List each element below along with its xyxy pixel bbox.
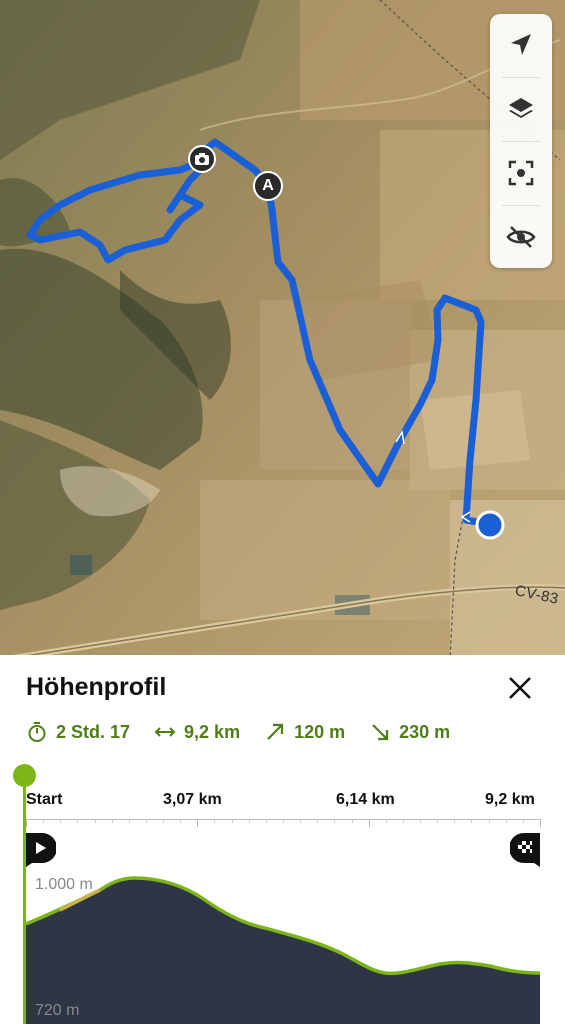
- axis-tick: [248, 819, 250, 823]
- descent-arrow-icon: [372, 724, 389, 741]
- ascent-stat: 120 m: [264, 721, 345, 743]
- axis-tick: [265, 819, 267, 823]
- axis-tick: [111, 819, 113, 823]
- axis-tick: [488, 819, 490, 823]
- navigate-icon: [511, 34, 531, 55]
- axis-tick: [351, 819, 353, 823]
- axis-tick: [94, 819, 96, 823]
- elevation-chart: [25, 876, 541, 1024]
- start-flag-icon: [26, 833, 56, 867]
- map-view[interactable]: A CV-83: [0, 0, 565, 660]
- axis-tick: [231, 819, 233, 823]
- focus-icon: [508, 160, 534, 186]
- axis-tick: [77, 819, 79, 823]
- axis-tick: [471, 819, 473, 823]
- current-location-dot: [474, 509, 506, 541]
- descent-value: 230 m: [399, 721, 451, 742]
- map-controls: [490, 14, 552, 268]
- axis-tick: [402, 819, 404, 823]
- distance-arrows-icon: [154, 727, 176, 737]
- km-label-start: Start: [26, 791, 63, 808]
- elevation-profile-sheet: Höhenprofil 2 Std. 17 9,2 km 120 m 230 m…: [0, 655, 565, 1024]
- layers-icon: [509, 98, 533, 118]
- axis-tick: [43, 819, 45, 823]
- axis-tick: [334, 819, 336, 823]
- elevation-label-bottom: 720 m: [35, 1002, 80, 1019]
- close-icon: [509, 677, 531, 699]
- position-cursor-line[interactable]: [23, 775, 26, 1024]
- waypoint-a-marker[interactable]: A: [253, 171, 283, 201]
- axis-tick: [505, 819, 507, 823]
- photo-marker[interactable]: [188, 145, 216, 173]
- axis-tick: [385, 819, 387, 823]
- duration-value: 2 Std. 17: [56, 721, 131, 742]
- axis-tick: [437, 819, 439, 823]
- axis-tick: [26, 819, 27, 827]
- duration-stat: 2 Std. 17: [26, 721, 130, 743]
- finish-flag-icon: [510, 833, 540, 867]
- axis-tick: [197, 819, 199, 827]
- axis-tick: [368, 819, 370, 827]
- axis-tick: [420, 819, 422, 823]
- hide-button[interactable]: [490, 206, 552, 268]
- axis-tick: [300, 819, 302, 823]
- close-button[interactable]: [503, 671, 537, 705]
- tour-stats: 2 Std. 17 9,2 km 120 m 230 m: [26, 719, 474, 745]
- axis-tick: [317, 819, 319, 823]
- descent-stat: 230 m: [369, 721, 450, 743]
- ascent-arrow-icon: [267, 723, 284, 740]
- camera-icon: [188, 145, 216, 173]
- axis-tick: [145, 819, 147, 823]
- elevation-label-top: 1.000 m: [35, 876, 93, 893]
- profile-area: [26, 878, 540, 1024]
- navigate-button[interactable]: [490, 14, 552, 76]
- axis-tick: [214, 819, 216, 823]
- hide-icon: [506, 226, 536, 248]
- distance-value: 9,2 km: [184, 721, 241, 742]
- axis-tick: [454, 819, 456, 823]
- satellite-terrain: [0, 0, 565, 660]
- axis-tick: [60, 819, 62, 823]
- km-label-1: 3,07 km: [163, 791, 222, 808]
- waypoint-label: A: [262, 177, 274, 194]
- km-label-end: 9,2 km: [485, 791, 535, 808]
- axis-tick: [180, 819, 182, 823]
- position-cursor-handle[interactable]: [13, 764, 36, 787]
- axis-tick: [522, 819, 524, 823]
- axis-tick: [163, 819, 165, 823]
- km-label-2: 6,14 km: [336, 791, 395, 808]
- sheet-title: Höhenprofil: [26, 673, 167, 701]
- axis-tick: [540, 819, 541, 827]
- stopwatch-icon: [28, 722, 46, 742]
- axis-tick: [128, 819, 130, 823]
- ascent-value: 120 m: [294, 721, 346, 742]
- distance-stat: 9,2 km: [154, 721, 240, 743]
- focus-button[interactable]: [490, 142, 552, 204]
- layers-button[interactable]: [490, 78, 552, 140]
- axis-tick: [283, 819, 284, 823]
